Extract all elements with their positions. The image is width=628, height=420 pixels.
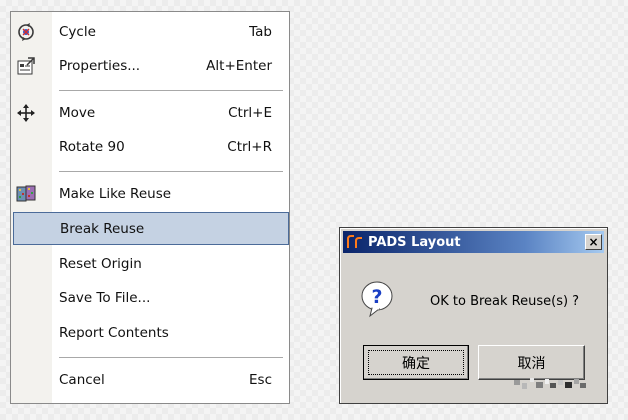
menu-item-rotate-90[interactable]: Rotate 90 Ctrl+R xyxy=(11,130,289,163)
dialog-titlebar[interactable]: PADS Layout × xyxy=(343,231,604,253)
menu-item-label: Save To File... xyxy=(59,289,151,306)
menu-item-cancel[interactable]: Cancel Esc xyxy=(11,363,289,396)
menu-item-report-contents[interactable]: Report Contents xyxy=(11,316,289,349)
move-icon xyxy=(15,102,37,124)
menu-item-label: Properties... xyxy=(59,57,141,74)
menu-item-shortcut: Tab xyxy=(249,23,272,40)
menu-item-shortcut: Ctrl+E xyxy=(228,104,272,121)
cycle-icon xyxy=(15,21,37,43)
menu-item-label: Report Contents xyxy=(59,324,169,341)
menu-item-properties[interactable]: Properties... Alt+Enter xyxy=(11,49,289,82)
menu-item-shortcut: Esc xyxy=(249,371,272,388)
menu-item-reset-origin[interactable]: Reset Origin xyxy=(11,247,289,280)
make-like-reuse-icon xyxy=(15,183,37,205)
question-icon: ? xyxy=(360,279,394,319)
menu-item-save-to-file[interactable]: Save To File... xyxy=(11,281,289,314)
menu-item-cycle[interactable]: Cycle Tab xyxy=(11,15,289,48)
svg-text:?: ? xyxy=(371,286,382,308)
watermark-noise xyxy=(514,378,586,389)
menu-item-shortcut: Alt+Enter xyxy=(206,57,272,74)
pads-layout-dialog: PADS Layout × ? OK to Break Reuse(s) ? 确… xyxy=(339,227,608,404)
context-menu: Cycle Tab Properties... Alt+Enter Move C… xyxy=(10,11,290,404)
menu-item-move[interactable]: Move Ctrl+E xyxy=(11,96,289,129)
menu-item-label: Move xyxy=(59,104,96,121)
focus-rect xyxy=(368,350,464,375)
ok-button[interactable]: 确定 xyxy=(363,345,469,380)
cancel-button-label: 取消 xyxy=(517,355,546,372)
menu-item-label: Make Like Reuse xyxy=(59,185,172,202)
menu-item-break-reuse[interactable]: Break Reuse xyxy=(13,212,289,245)
menu-separator xyxy=(59,171,283,172)
menu-item-label: Rotate 90 xyxy=(59,138,125,155)
menu-item-shortcut: Ctrl+R xyxy=(227,138,272,155)
menu-separator xyxy=(59,357,283,358)
menu-item-label: Break Reuse xyxy=(60,220,145,237)
menu-item-make-like-reuse[interactable]: Make Like Reuse xyxy=(11,177,289,210)
properties-icon xyxy=(15,55,37,77)
dialog-message: OK to Break Reuse(s) ? xyxy=(430,294,580,309)
menu-item-label: Reset Origin xyxy=(59,255,142,272)
dialog-title: PADS Layout xyxy=(368,234,461,250)
close-button[interactable]: × xyxy=(585,234,602,250)
menu-item-label: Cycle xyxy=(59,23,96,40)
menu-item-label: Cancel xyxy=(59,371,105,388)
menu-separator xyxy=(59,90,283,91)
pads-logo-icon xyxy=(346,233,364,251)
